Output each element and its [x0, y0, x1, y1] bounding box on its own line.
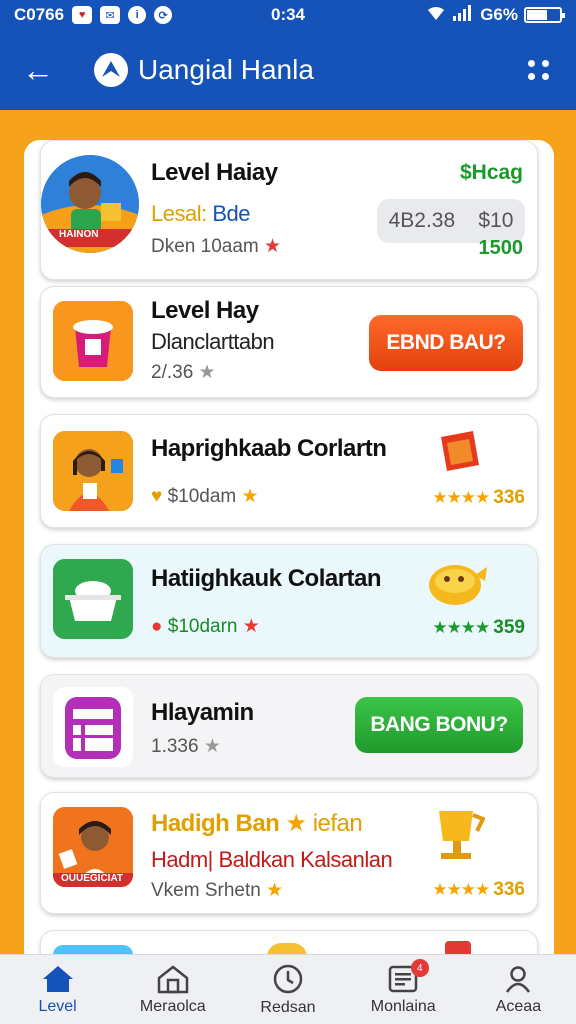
nav-label: Redsan — [260, 998, 316, 1016]
price-box-value: 4B2.38 — [388, 209, 456, 232]
info-icon: i — [128, 6, 147, 24]
card-subtitle: Lesal: Bde — [151, 201, 250, 226]
food-bowl-icon — [425, 557, 489, 609]
basket-thumbnail — [53, 559, 133, 639]
message-icon: ✉ — [100, 6, 121, 24]
rating-stars-icon: ★★★★ — [432, 488, 490, 507]
card-title: Hlayamin — [151, 699, 254, 726]
rating: ★★★★ 359 — [432, 617, 525, 638]
card-title: Level Haiay — [151, 159, 278, 186]
store-icon — [157, 964, 189, 993]
clock-icon — [273, 964, 303, 993]
battery-percent: G6% — [480, 5, 518, 24]
rating-stars-icon: ★★★★ — [432, 880, 490, 899]
level-card-6[interactable]: OUUEGICIAT Hadigh Ban ★ iefan Hadm| Bald… — [40, 792, 538, 914]
sync-icon: ⟳ — [154, 6, 173, 24]
heart-icon: ♥ — [151, 486, 163, 507]
woman-thumbnail: OUUEGICIAT — [53, 807, 133, 887]
level-card-4[interactable]: Hatiighkauk Colartan ● $10darn ★ ★★★★ 35… — [40, 544, 538, 658]
notification-badge: 4 — [410, 959, 429, 977]
nav-label: Aceaa — [495, 997, 542, 1015]
red-box-icon — [433, 427, 483, 477]
card-title: Hadigh Ban ★ iefan — [151, 810, 363, 837]
apple-icon: ● — [151, 616, 163, 637]
nav-label: Meraolca — [139, 997, 206, 1015]
card-subtitle: Hadm| Baldkan Kalsanlan — [151, 847, 393, 872]
card-meta: 2/.36 ★ — [151, 362, 216, 383]
status-carrier-text: C0766 — [14, 5, 65, 24]
rating: ★★★★ 336 — [432, 879, 525, 900]
card-meta: Vkem Srhetn ★ — [151, 880, 284, 901]
thumbnail-badge-text: HAINON — [59, 229, 99, 240]
star-icon: ★ — [242, 616, 260, 637]
card-meta: Dken 10aam ★ — [151, 236, 282, 257]
price-header-label: $Hcag — [459, 161, 523, 184]
rating-stars-icon: ★★★★ — [432, 618, 490, 637]
content-panel: HAINON Level Haiay Lesal: Bde Dken 10aam… — [24, 140, 554, 954]
card-meta: ♥ $10dam ★ — [151, 486, 259, 507]
card-meta: ● $10darn ★ — [151, 616, 260, 637]
app-bar: ← Uangial Hanla — [0, 30, 576, 110]
price-total: 1500 — [478, 237, 524, 259]
star-icon: ★ — [241, 486, 259, 507]
rating: ★★★★ 336 — [432, 487, 525, 508]
battery-icon — [524, 7, 565, 23]
level-card-5[interactable]: Hlayamin 1.336 ★ BANG BONU? — [40, 674, 538, 778]
star-icon: ★ — [203, 736, 221, 757]
status-bar: C0766 ♥ ✉ i ⟳ 0:34 G6% — [0, 0, 576, 30]
card-subtitle: Dlanclarttabn — [151, 329, 275, 354]
card-title: Level Hay — [151, 297, 259, 324]
card-title: Hatiighkauk Colartan — [151, 565, 382, 592]
bonus-button[interactable]: BANG BONU? — [355, 697, 523, 753]
bottom-navigation: Level Meraolca Redsan 4 Monlaina Aceaa — [0, 954, 576, 1024]
nav-item-news[interactable]: 4 Monlaina — [346, 955, 461, 1024]
star-icon: ★ — [264, 236, 282, 257]
level-card-7-partial[interactable] — [40, 930, 538, 954]
bonus-button[interactable]: EBND BAU? — [369, 315, 523, 371]
card-title: Haprighkaab Corlartn — [151, 435, 387, 462]
calendar-thumbnail — [53, 687, 133, 767]
app-logo-icon — [94, 53, 128, 87]
level-card-2[interactable]: Level Hay Dlanclarttabn 2/.36 ★ EBND BAU… — [40, 286, 538, 398]
level-card-1[interactable]: HAINON Level Haiay Lesal: Bde Dken 10aam… — [40, 140, 538, 280]
star-icon: ★ — [198, 362, 216, 383]
signal-icon — [452, 4, 474, 26]
cup-thumbnail — [53, 301, 133, 381]
card-meta: 1.336 ★ — [151, 736, 221, 757]
nav-item-account[interactable]: Aceaa — [461, 955, 576, 1024]
trophy-icon — [429, 805, 486, 863]
nav-label: Monlaina — [370, 997, 436, 1015]
nav-label: Level — [38, 997, 77, 1015]
user-icon — [506, 965, 531, 993]
back-arrow-icon[interactable]: ← — [22, 54, 62, 86]
avatar-thumbnail: HAINON — [41, 155, 139, 253]
app-title: Uangial Hanla — [138, 54, 314, 85]
partial-red-icon — [445, 941, 471, 954]
star-icon: ★ — [285, 810, 308, 837]
nav-item-level[interactable]: Level — [0, 955, 115, 1024]
partial-gold-icon — [267, 943, 307, 954]
notification-icon: ♥ — [72, 6, 93, 24]
nav-item-store[interactable]: Meraolca — [115, 955, 230, 1024]
nav-item-history[interactable]: Redsan — [230, 955, 345, 1024]
more-menu-icon[interactable] — [524, 55, 554, 85]
price-value: $10 — [478, 209, 514, 232]
home-icon — [42, 965, 73, 992]
partial-thumbnail — [53, 945, 133, 954]
girl-thumbnail — [53, 431, 133, 511]
level-card-3[interactable]: Haprighkaab Corlartn ♥ $10dam ★ ★★★★ 336 — [40, 414, 538, 528]
thumbnail-badge-text: OUUEGICIAT — [61, 873, 124, 884]
wifi-icon — [426, 5, 446, 26]
star-icon: ★ — [266, 880, 284, 901]
